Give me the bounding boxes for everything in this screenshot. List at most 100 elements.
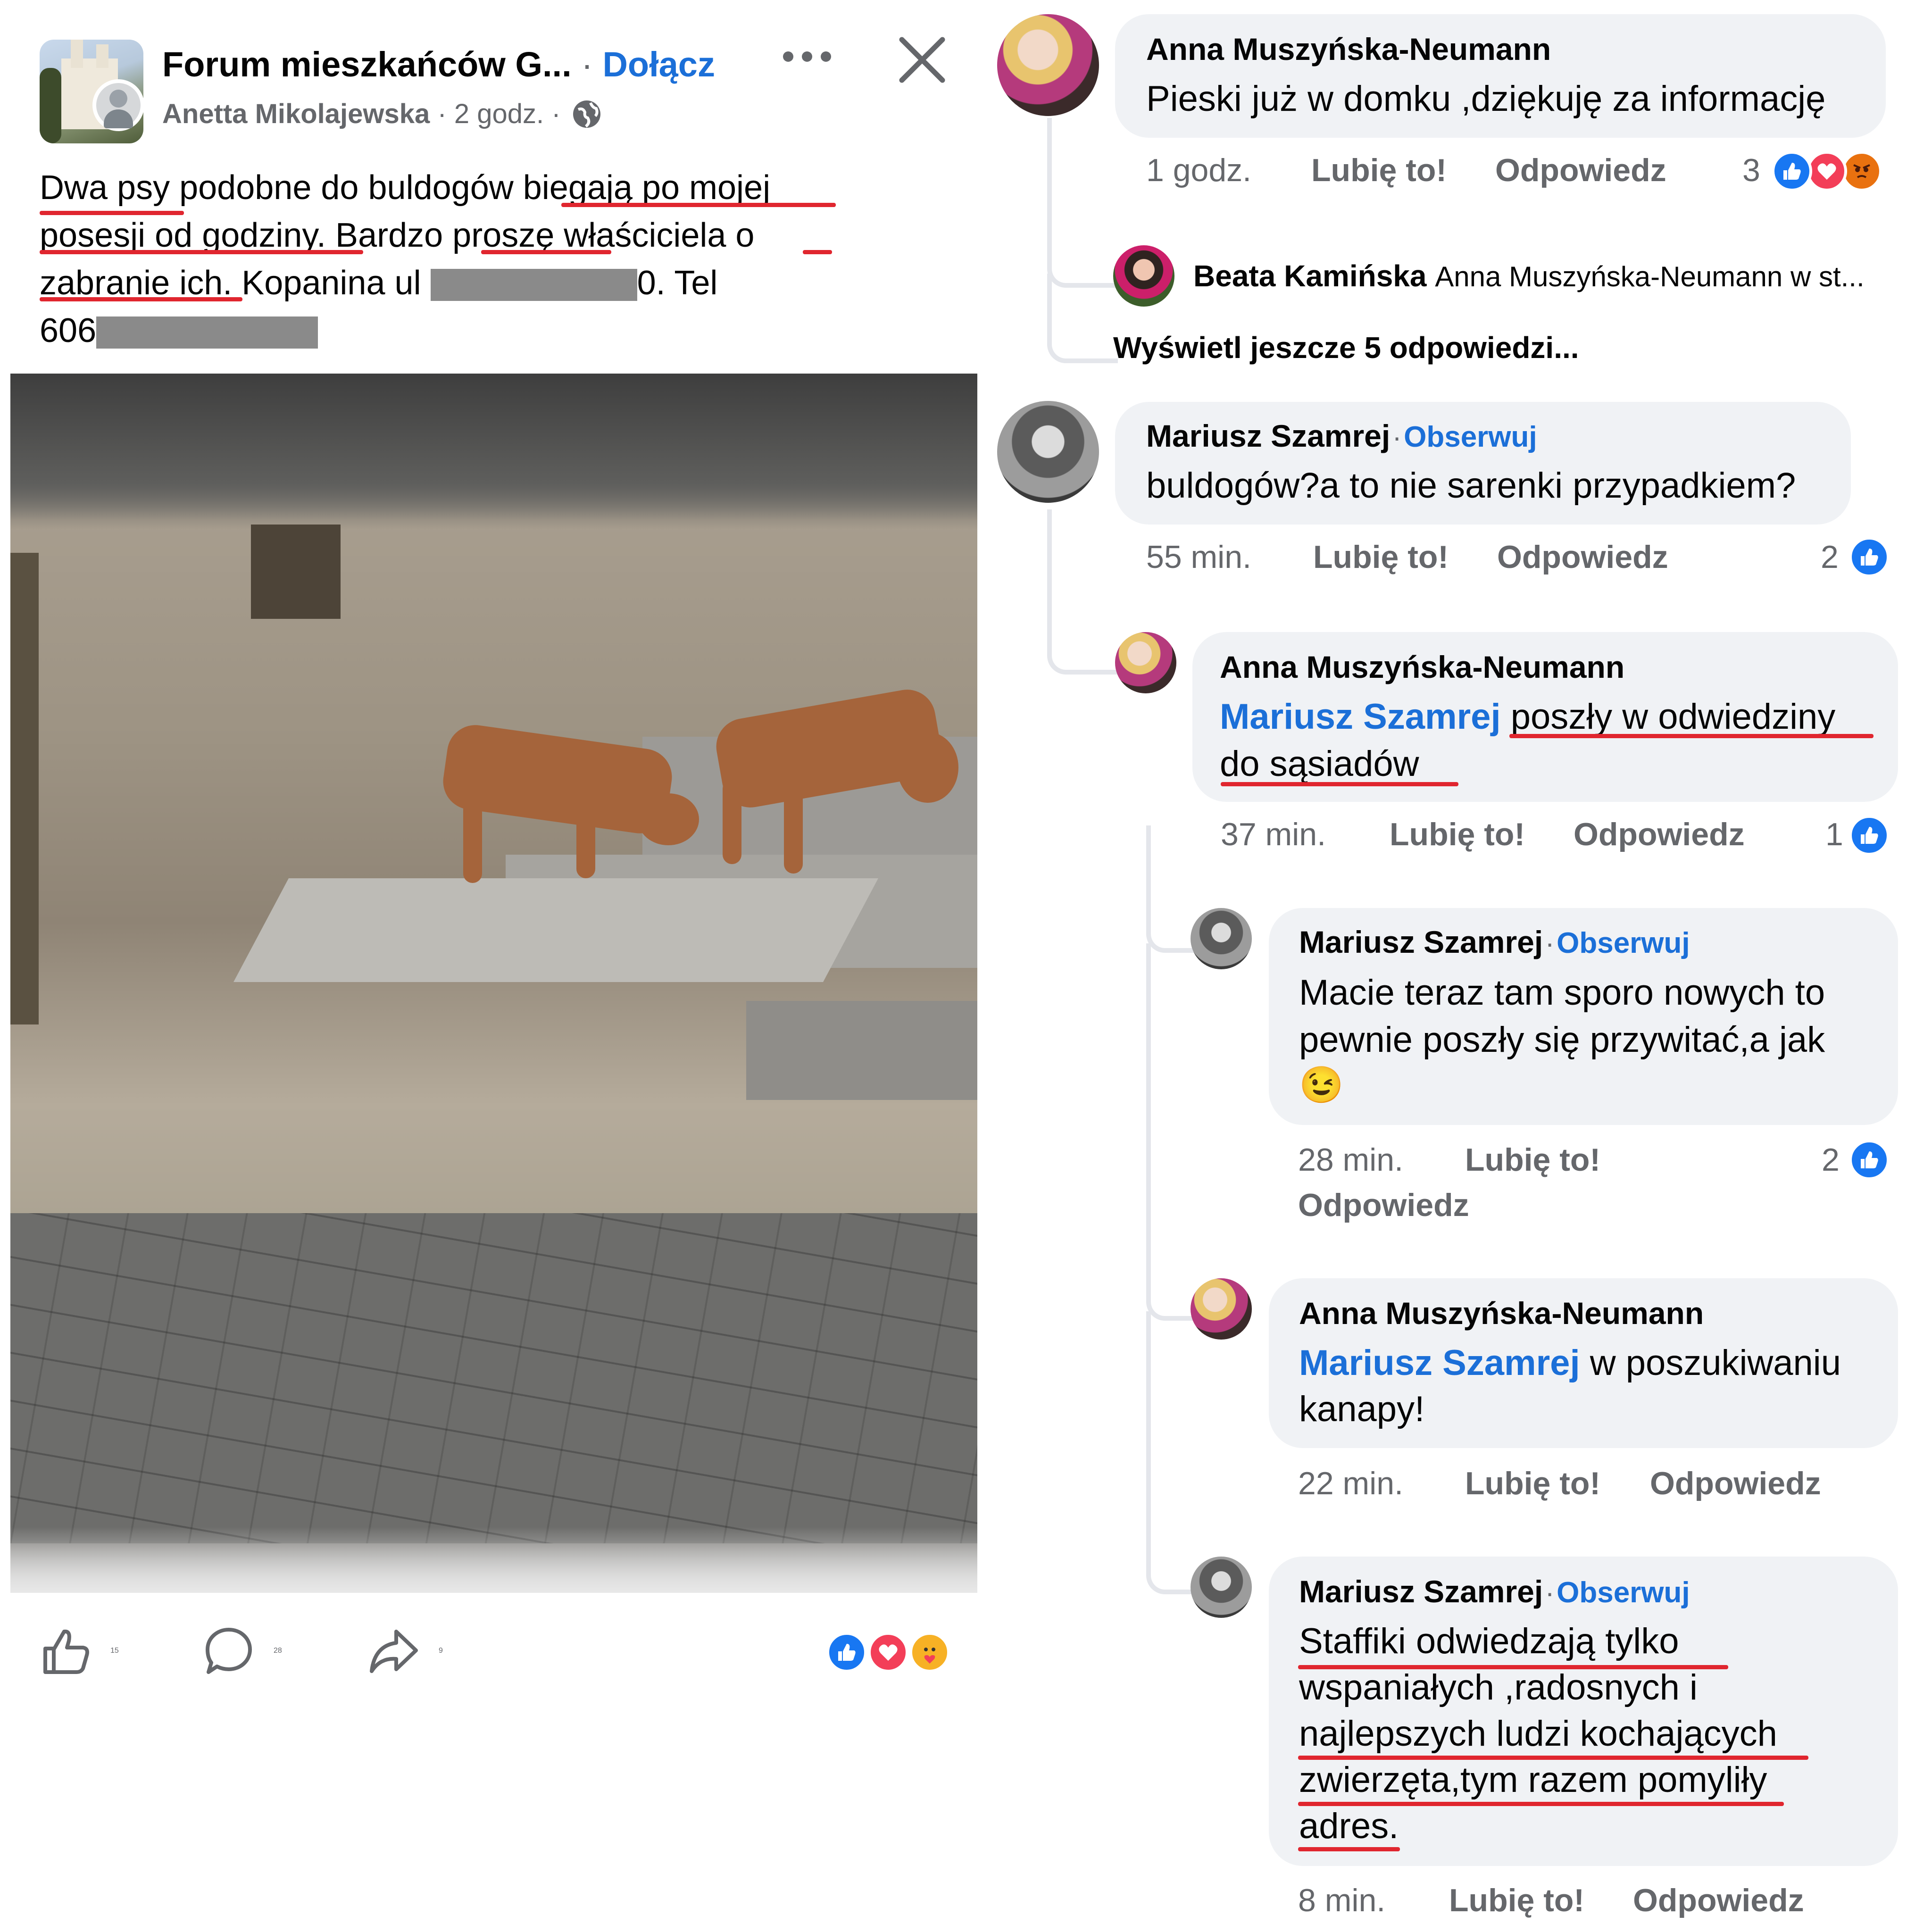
thread-line <box>1047 509 1118 675</box>
reaction-count: 3 <box>1742 152 1760 188</box>
follow-button[interactable]: Obserwuj <box>1557 1576 1690 1609</box>
reply-link[interactable]: Odpowiedz <box>1497 539 1668 575</box>
underline <box>481 250 611 254</box>
follow-button[interactable]: Obserwuj <box>1404 421 1537 453</box>
love-reaction-icon <box>868 1632 908 1673</box>
reaction-count: 1 <box>1825 816 1843 852</box>
more-options-icon[interactable] <box>781 42 838 71</box>
comment-text: Pieski już w domku ,dziękuję za informac… <box>1146 79 1826 119</box>
thread-line <box>1047 274 1118 363</box>
comment-bubble: Mariusz Szamrej · Obserwuj Staffiki odwi… <box>1269 1557 1898 1866</box>
redacted-address <box>430 269 637 301</box>
underline <box>561 203 836 207</box>
comment-time[interactable]: 22 min. <box>1298 1465 1403 1502</box>
reaction-summary[interactable] <box>826 1632 954 1673</box>
angry-reaction-icon <box>1841 151 1882 192</box>
comment-time[interactable]: 55 min. <box>1146 539 1251 575</box>
reply-preview[interactable]: Beata Kamińska Anna Muszyńska-Neumann w … <box>1193 258 1865 293</box>
comment-text-line: do sąsiadów <box>1220 744 1419 784</box>
underline <box>803 250 832 254</box>
commenter-avatar[interactable] <box>1113 245 1174 307</box>
reply-link[interactable]: Odpowiedz <box>1633 1882 1804 1919</box>
comment-text: buldogów?a to nie sarenki przypadkiem? <box>1146 466 1796 506</box>
comment-count: 28 <box>274 1647 282 1655</box>
commenter-avatar[interactable] <box>1191 908 1252 969</box>
comment-time[interactable]: 37 min. <box>1221 816 1326 853</box>
commenter-name[interactable]: Mariusz Szamrej <box>1299 924 1543 959</box>
comment-text-line: Staffiki odwiedzają tylko <box>1299 1621 1679 1661</box>
comment-bubble: Mariusz Szamrej · Obserwuj buldogów?a to… <box>1115 402 1851 525</box>
like-link[interactable]: Lubię to! <box>1313 539 1449 575</box>
commenter-avatar[interactable] <box>1115 632 1176 693</box>
commenter-name[interactable]: Mariusz Szamrej <box>1299 1574 1543 1609</box>
like-link[interactable]: Lubię to! <box>1465 1465 1600 1502</box>
comment-action[interactable]: 28 <box>203 1623 282 1679</box>
comment-bubble: Mariusz Szamrej · Obserwuj Macie teraz t… <box>1269 908 1898 1125</box>
comment-time[interactable]: 1 godz. <box>1146 152 1251 189</box>
reply-link[interactable]: Odpowiedz <box>1574 816 1745 853</box>
close-icon[interactable] <box>896 34 948 86</box>
commenter-name[interactable]: Anna Muszyńska-Neumann <box>1299 1295 1704 1331</box>
mention-link[interactable]: Mariusz Szamrej <box>1220 697 1501 737</box>
share-action[interactable]: 9 <box>368 1623 443 1679</box>
post-meta: Anetta Mikolajewska · 2 godz. · <box>162 99 561 129</box>
author-name[interactable]: Anetta Mikolajewska <box>162 99 430 129</box>
like-link[interactable]: Lubię to! <box>1465 1141 1600 1178</box>
commenter-name[interactable]: Anna Muszyńska-Neumann <box>1220 649 1624 685</box>
share-count: 9 <box>439 1647 443 1655</box>
commenter-avatar[interactable] <box>1191 1278 1252 1340</box>
comment-bubble: Anna Muszyńska-Neumann Pieski już w domk… <box>1115 14 1886 138</box>
reaction-count: 2 <box>1821 539 1839 575</box>
comment-text-line: wspaniałych ,radosnych i <box>1299 1667 1698 1707</box>
redacted-phone <box>96 316 318 349</box>
comment-text-line: najlepszych ludzi kochających <box>1299 1714 1777 1754</box>
view-more-replies[interactable]: Wyświetl jeszcze 5 odpowiedzi... <box>1113 330 1579 365</box>
reply-preview-text: Anna Muszyńska-Neumann w st... <box>1435 261 1865 292</box>
thread-line <box>1047 118 1118 288</box>
post-time[interactable]: 2 godz. <box>454 99 544 129</box>
comment-text-line: kanapy! <box>1299 1389 1425 1429</box>
like-action[interactable]: 15 <box>40 1623 119 1679</box>
thread-line <box>1146 943 1203 1321</box>
like-reaction-icon <box>1772 151 1812 192</box>
post-photo[interactable] <box>10 374 977 1593</box>
mention-link[interactable]: Mariusz Szamrej <box>1299 1343 1580 1383</box>
reaction-count: 2 <box>1822 1142 1840 1178</box>
love-reaction-icon <box>1807 151 1847 192</box>
comment-bubble: Anna Muszyńska-Neumann Mariusz Szamrej p… <box>1192 632 1898 802</box>
comment-time[interactable]: 28 min. <box>1298 1141 1403 1178</box>
underline <box>1298 1756 1808 1760</box>
reply-link[interactable]: Odpowiedz <box>1298 1187 1469 1224</box>
commenter-avatar[interactable] <box>997 401 1099 503</box>
like-link[interactable]: Lubię to! <box>1311 152 1447 189</box>
share-icon <box>370 1630 418 1673</box>
commenter-name[interactable]: Beata Kamińska <box>1193 259 1426 293</box>
author-avatar[interactable] <box>92 79 144 131</box>
underline <box>1221 782 1458 786</box>
like-link[interactable]: Lubię to! <box>1390 816 1525 853</box>
reply-link[interactable]: Odpowiedz <box>1650 1465 1821 1502</box>
underline <box>1298 1847 1400 1851</box>
like-link[interactable]: Lubię to! <box>1449 1882 1584 1919</box>
commenter-name[interactable]: Mariusz Szamrej <box>1146 418 1390 453</box>
comment-text-line: pewnie poszły się przywitać,a jak <box>1299 1020 1825 1060</box>
reply-link[interactable]: Odpowiedz <box>1495 152 1666 189</box>
comment-time[interactable]: 8 min. <box>1298 1882 1385 1919</box>
comment-text-line: zwierzęta,tym razem pomyliły <box>1299 1760 1767 1800</box>
underline <box>40 297 242 301</box>
wink-emoji-icon: 😉 <box>1299 1065 1344 1105</box>
commenter-avatar[interactable] <box>997 14 1099 116</box>
underline <box>40 250 363 254</box>
comment-text: Mariusz Szamrej w poszukiwaniu <box>1299 1343 1841 1383</box>
follow-button[interactable]: Obserwuj <box>1557 927 1690 959</box>
like-reaction-icon <box>826 1632 867 1673</box>
like-reaction-icon <box>1849 537 1890 577</box>
group-name[interactable]: Forum mieszkańców G... · Dołącz <box>162 44 715 84</box>
commenter-name[interactable]: Anna Muszyńska-Neumann <box>1146 31 1551 67</box>
underline <box>40 211 184 215</box>
commenter-avatar[interactable] <box>1191 1557 1252 1618</box>
comment-text: Mariusz Szamrej poszły w odwiedziny <box>1220 697 1836 737</box>
join-button[interactable]: Dołącz <box>602 45 715 84</box>
comment-text-line: Macie teraz tam sporo nowych to <box>1299 973 1825 1013</box>
comment-text-line: adres. <box>1299 1806 1399 1846</box>
